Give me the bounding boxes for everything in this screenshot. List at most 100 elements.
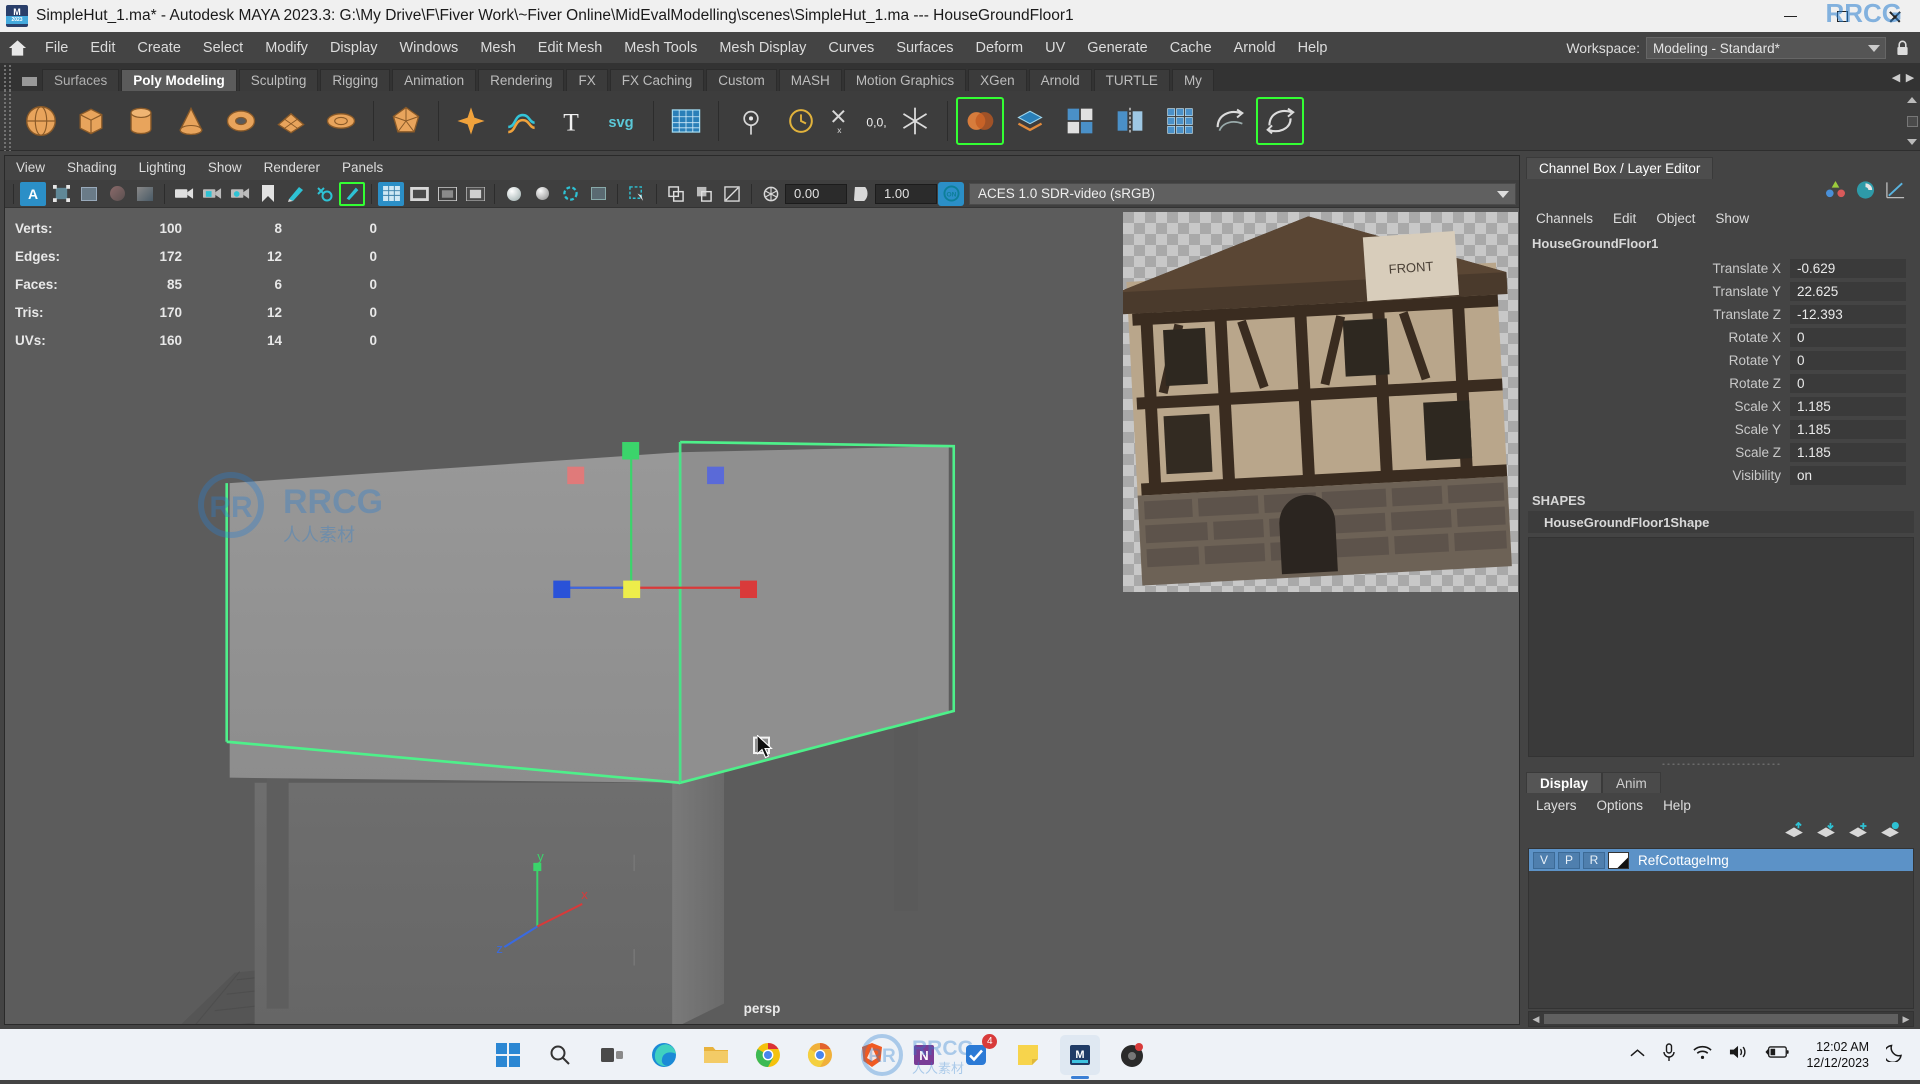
onenote-button[interactable]: N	[904, 1035, 944, 1075]
scrollbar-thumb[interactable]	[1544, 1014, 1898, 1024]
graph-editor-icon[interactable]	[1885, 180, 1906, 205]
menu-modify[interactable]: Modify	[254, 32, 319, 64]
gate-mask-icon[interactable]	[462, 182, 488, 206]
poly-svg-button[interactable]: svg	[597, 97, 645, 145]
poly-platonic-button[interactable]	[382, 97, 430, 145]
grid-toggle-icon[interactable]	[378, 182, 404, 206]
attr-value-rotate-x[interactable]: 0	[1790, 328, 1906, 347]
shape-node-row[interactable]: HouseGroundFloor1Shape	[1528, 511, 1914, 533]
minimize-button[interactable]	[1764, 0, 1816, 32]
attr-value-translate-x[interactable]: -0.629	[1790, 259, 1906, 278]
layer-menu-layers[interactable]: Layers	[1526, 798, 1587, 813]
menu-mesh[interactable]: Mesh	[469, 32, 526, 64]
shelf-tab-rendering[interactable]: Rendering	[478, 69, 564, 91]
separate-button[interactable]	[1006, 97, 1054, 145]
attr-row-translate-y[interactable]: Translate Y 22.625	[1526, 280, 1916, 303]
speaker-icon[interactable]	[1729, 1044, 1748, 1065]
camera-icon[interactable]	[171, 182, 197, 206]
poly-cone-button[interactable]	[167, 97, 215, 145]
media-button[interactable]	[1112, 1035, 1152, 1075]
list-item[interactable]: V P R RefCottageImg	[1529, 849, 1913, 871]
edge-button[interactable]	[644, 1035, 684, 1075]
shelf-tab-turtle[interactable]: TURTLE	[1094, 69, 1170, 91]
start-button[interactable]	[488, 1035, 528, 1075]
shelf-tab-fx-caching[interactable]: FX Caching	[610, 69, 705, 91]
xray-icon[interactable]	[339, 182, 365, 206]
exposure-icon[interactable]	[758, 182, 784, 206]
camera-lock-icon[interactable]	[199, 182, 225, 206]
attr-row-scale-x[interactable]: Scale X 1.185	[1526, 395, 1916, 418]
lighting-icon[interactable]	[132, 182, 158, 206]
smooth-shade-icon[interactable]	[529, 182, 555, 206]
ambient-occlusion-icon[interactable]	[691, 182, 717, 206]
poly-type-curve-button[interactable]	[497, 97, 545, 145]
viewport-menu-show[interactable]: Show	[197, 156, 253, 180]
shelf-tab-motion-graphics[interactable]: Motion Graphics	[844, 69, 966, 91]
panel-splitter-handle[interactable]	[1526, 757, 1916, 769]
poly-grid-button[interactable]	[662, 97, 710, 145]
shelf-grip-handle[interactable]	[0, 64, 16, 91]
wireframe-on-shaded-icon[interactable]	[501, 182, 527, 206]
menu-edit-mesh[interactable]: Edit Mesh	[527, 32, 613, 64]
chrome-canary-button[interactable]	[800, 1035, 840, 1075]
isolate-select-icon[interactable]	[624, 182, 650, 206]
menu-select[interactable]: Select	[192, 32, 254, 64]
task-view-button[interactable]	[592, 1035, 632, 1075]
microphone-icon[interactable]	[1662, 1043, 1676, 1067]
viewport-menu-panels[interactable]: Panels	[331, 156, 394, 180]
shelf-scroll-up-icon[interactable]	[1907, 97, 1917, 103]
attr-value-rotate-y[interactable]: 0	[1790, 351, 1906, 370]
snap-time-button[interactable]	[777, 97, 825, 145]
attr-row-scale-y[interactable]: Scale Y 1.185	[1526, 418, 1916, 441]
menu-curves[interactable]: Curves	[817, 32, 885, 64]
shelf-tab-rigging[interactable]: Rigging	[320, 69, 390, 91]
booleans-button[interactable]	[1056, 97, 1104, 145]
shelf-scroll-down-icon[interactable]	[1907, 139, 1917, 145]
maya-button[interactable]: M	[1060, 1035, 1100, 1075]
menu-mesh-tools[interactable]: Mesh Tools	[613, 32, 708, 64]
menu-help[interactable]: Help	[1287, 32, 1339, 64]
moon-icon[interactable]	[1886, 1042, 1906, 1067]
poly-torus-button[interactable]	[217, 97, 265, 145]
home-icon[interactable]	[0, 39, 34, 57]
tab-channel-box-layer-editor[interactable]: Channel Box / Layer Editor	[1526, 157, 1713, 179]
freeze-button[interactable]	[891, 97, 939, 145]
shelf-tab-animation[interactable]: Animation	[392, 69, 476, 91]
layer-visibility-toggle[interactable]: V	[1533, 852, 1555, 869]
layer-name[interactable]: RefCottageImg	[1632, 853, 1729, 868]
shelf-tab-sculpting[interactable]: Sculpting	[239, 69, 319, 91]
battery-charging-icon[interactable]	[1765, 1045, 1789, 1064]
attr-value-rotate-z[interactable]: 0	[1790, 374, 1906, 393]
reduce-button[interactable]	[1206, 97, 1254, 145]
snap-point-button[interactable]	[727, 97, 775, 145]
shadows-icon[interactable]	[663, 182, 689, 206]
poly-type-text-button[interactable]: T	[547, 97, 595, 145]
attr-row-visibility[interactable]: Visibility on	[1526, 464, 1916, 487]
search-button[interactable]	[540, 1035, 580, 1075]
new-layer-from-selected-icon[interactable]	[1880, 822, 1900, 843]
shelf-scroll-right-icon[interactable]: ▶	[1903, 68, 1917, 88]
channel-menu-channels[interactable]: Channels	[1526, 211, 1603, 226]
channel-menu-object[interactable]: Object	[1646, 211, 1705, 226]
viewport-menu-view[interactable]: View	[5, 156, 56, 180]
layer-menu-options[interactable]: Options	[1587, 798, 1654, 813]
attr-row-scale-z[interactable]: Scale Z 1.185	[1526, 441, 1916, 464]
shelf-row-grip[interactable]	[0, 91, 16, 151]
shelf-tab-fx[interactable]: FX	[566, 69, 607, 91]
shaded-icon[interactable]	[76, 182, 102, 206]
attr-row-rotate-z[interactable]: Rotate Z 0	[1526, 372, 1916, 395]
shelf-tab-arnold[interactable]: Arnold	[1029, 69, 1092, 91]
channel-menu-edit[interactable]: Edit	[1603, 211, 1646, 226]
color-management-icon[interactable]: ON	[938, 182, 964, 206]
viewport-menu-lighting[interactable]: Lighting	[128, 156, 197, 180]
display-layer-list[interactable]: V P R RefCottageImg	[1528, 848, 1914, 1009]
retopo-button[interactable]	[1256, 97, 1304, 145]
shelf-tab-my[interactable]: My	[1172, 69, 1214, 91]
new-layer-icon[interactable]	[1848, 822, 1868, 843]
shelf-tab-mash[interactable]: MASH	[779, 69, 842, 91]
bounding-box-icon[interactable]	[48, 182, 74, 206]
shelf-tab-poly-modeling[interactable]: Poly Modeling	[121, 69, 237, 91]
reference-image-plane[interactable]: FRONT	[1123, 212, 1518, 592]
film-gate-icon[interactable]	[406, 182, 432, 206]
attr-value-scale-x[interactable]: 1.185	[1790, 397, 1906, 416]
